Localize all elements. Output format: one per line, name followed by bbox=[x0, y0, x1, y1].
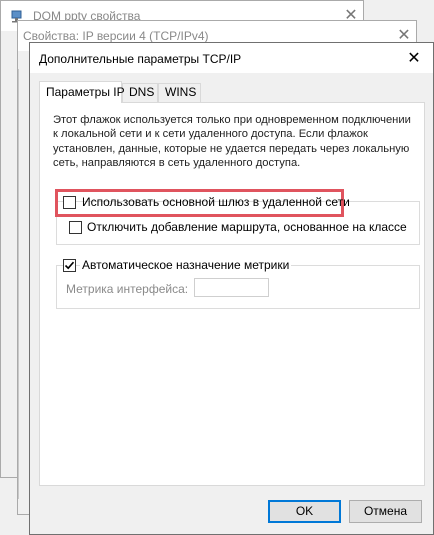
metric-label: Метрика интерфейса: bbox=[66, 282, 189, 296]
checkbox-box[interactable] bbox=[69, 221, 82, 234]
checkbox-box[interactable] bbox=[63, 196, 76, 209]
checkbox-box[interactable] bbox=[63, 259, 76, 272]
interface-metric-input[interactable] bbox=[194, 278, 269, 297]
ok-button[interactable]: OK bbox=[268, 500, 341, 523]
advanced-tcpip-dialog: Дополнительные параметры TCP/IP ✕ Параме… bbox=[29, 42, 434, 535]
tab-ip-settings[interactable]: Параметры IP bbox=[39, 81, 125, 103]
checkbox-label[interactable]: Отключить добавление маршрута, основанно… bbox=[87, 220, 407, 234]
checkbox-label[interactable]: Автоматическое назначение метрики bbox=[80, 258, 292, 272]
checkmark-icon bbox=[64, 261, 75, 270]
cancel-button[interactable]: Отмена bbox=[349, 500, 422, 523]
tab-dns[interactable]: DNS bbox=[122, 83, 158, 102]
checkbox-label[interactable]: Использовать основной шлюз в удаленной с… bbox=[82, 195, 350, 209]
tab-wins[interactable]: WINS bbox=[158, 83, 201, 102]
description-text: Этот флажок используется только при одно… bbox=[53, 114, 411, 169]
tab-panel-ip-settings: Этот флажок используется только при одно… bbox=[39, 102, 425, 486]
close-icon[interactable]: ✕ bbox=[403, 48, 425, 70]
dialog-title: Дополнительные параметры TCP/IP bbox=[39, 52, 242, 66]
window-title: Свойства: IP версии 4 (TCP/IPv4) bbox=[23, 29, 209, 43]
titlebar: Дополнительные параметры TCP/IP ✕ bbox=[30, 43, 433, 73]
window-content-edge bbox=[18, 69, 21, 499]
